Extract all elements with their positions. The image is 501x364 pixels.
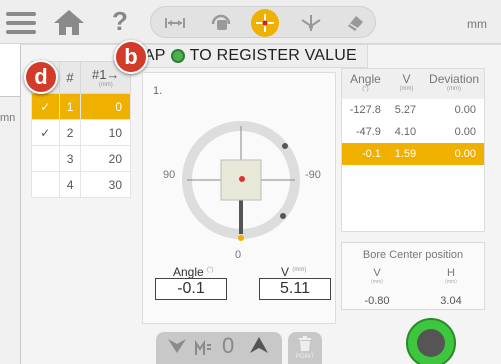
bore-v-unit: (mm) (371, 279, 383, 285)
row-number: 4 (58, 171, 82, 198)
row-deviation: 0.00 (424, 143, 484, 165)
row-distance: 10 (80, 119, 131, 146)
target-icon[interactable] (251, 9, 279, 37)
row-distance: 30 (80, 171, 131, 198)
bottom-toolbar: 0 (156, 332, 282, 364)
row-check-icon (31, 171, 60, 198)
angle-label: Angle (°) (173, 265, 213, 279)
row-v: 4.10 (394, 126, 417, 138)
table-row[interactable]: ✓ 2 10 (31, 119, 131, 146)
table-row[interactable]: ✓ 1 0 (31, 93, 131, 120)
row-v: 5.27 (394, 104, 417, 116)
measurement-panel: 1. 90 -90 0 Angle (°) -0.1 V (mm) 5.11 (142, 72, 336, 324)
table-row[interactable]: -0.1 1.59 0.00 (342, 143, 484, 165)
distance-header-unit: (mm) (98, 82, 113, 88)
v-unit: (mm) (292, 267, 307, 273)
row-check-icon (31, 145, 60, 172)
record-dot-icon (170, 49, 185, 63)
trash-icon (299, 336, 311, 351)
deviation-column-label: Deviation (429, 72, 480, 86)
bore-h-label: H (mm) (426, 267, 476, 285)
row-distance: 20 (80, 145, 131, 172)
row-angle: -127.8 (349, 104, 381, 116)
banner-text-after: TO REGISTER VALUE (189, 47, 357, 64)
v-column-unit: (mm) (399, 86, 414, 92)
level-icon[interactable] (297, 9, 325, 37)
deviation-column-header: Deviation (mm) (424, 69, 484, 99)
row-number: 2 (58, 119, 82, 146)
angle-column-label: Angle (350, 72, 381, 86)
row-check-icon: ✓ (31, 93, 60, 120)
row-check-icon: ✓ (31, 119, 60, 146)
bore-h-label-text: H (447, 267, 455, 279)
angle-unit: (°) (207, 267, 214, 273)
instruction-banner: TAP TO REGISTER VALUE (124, 44, 368, 68)
results-table: Angle (°) V (mm) Deviation (mm) -127.8 5… (342, 69, 484, 165)
point-number: 1. (153, 85, 163, 97)
background-window-text: mn (0, 112, 16, 124)
home-icon[interactable] (52, 8, 86, 36)
bore-title: Bore Center position (362, 249, 464, 261)
bore-v-label: V (mm) (352, 267, 402, 285)
row-number: 1 (58, 93, 82, 120)
table-row[interactable]: -127.8 5.27 0.00 (342, 99, 484, 121)
row-number: 3 (58, 145, 82, 172)
background-window (0, 96, 20, 364)
rotate-icon[interactable] (207, 9, 235, 37)
sort-icon[interactable] (194, 339, 214, 364)
bore-h-value: 3.04 (440, 295, 462, 307)
row-deviation: 0.00 (454, 126, 476, 138)
row-v: 1.59 (388, 143, 425, 165)
angle-value: -0.1 (155, 278, 227, 300)
unit-label: mm (467, 17, 487, 31)
dial-label-left: 90 (163, 169, 176, 181)
arrow-up-icon[interactable] (248, 335, 270, 363)
angle-label-text: Angle (173, 265, 204, 279)
results-panel: Angle (°) V (mm) Deviation (mm) -127.8 5… (341, 68, 485, 232)
v-column-header: V (mm) (388, 69, 425, 99)
table-row[interactable]: 3 20 (31, 145, 131, 172)
v-column-label: V (402, 72, 411, 86)
top-bar: ? mm (0, 0, 501, 44)
badge-b: b (114, 40, 148, 74)
num-column-header: # (58, 61, 82, 94)
filter-icon[interactable] (166, 335, 188, 363)
v-label: V (mm) (281, 265, 306, 279)
mode-selector (150, 6, 376, 38)
eraser-icon[interactable] (341, 9, 369, 37)
table-row[interactable]: -47.9 4.10 0.00 (342, 121, 484, 143)
bore-center-panel: Bore Center position V (mm) H (mm) -0.80… (341, 242, 485, 310)
table-row[interactable]: 4 30 (31, 171, 131, 198)
menu-icon[interactable] (6, 12, 36, 34)
deviation-column-unit: (mm) (447, 86, 462, 92)
row-angle: -47.9 (355, 126, 381, 138)
dial-label-right: -90 (305, 169, 321, 181)
angle-column-header: Angle (°) (342, 69, 389, 99)
record-button[interactable] (406, 318, 456, 364)
row-distance: 0 (80, 93, 131, 120)
v-label-text: V (281, 265, 290, 279)
help-icon[interactable]: ? (112, 6, 128, 37)
angle-dial (179, 118, 303, 242)
bore-v-value: -0.80 (364, 295, 390, 307)
bore-v-label-text: V (373, 267, 381, 279)
angle-column-unit: (°) (362, 86, 369, 92)
point-button-label: POINT (295, 354, 315, 360)
distance-header-label: #1→ (91, 67, 120, 82)
point-count: 0 (222, 333, 235, 358)
delete-point-button[interactable]: POINT (288, 332, 322, 364)
row-deviation: 0.00 (454, 104, 476, 116)
distance-icon[interactable] (161, 9, 189, 37)
v-value: 5.11 (259, 278, 331, 300)
row-angle: -0.1 (342, 143, 389, 165)
badge-d: d (24, 60, 58, 94)
dial-label-bottom: 0 (235, 249, 242, 261)
bore-h-unit: (mm) (445, 279, 457, 285)
